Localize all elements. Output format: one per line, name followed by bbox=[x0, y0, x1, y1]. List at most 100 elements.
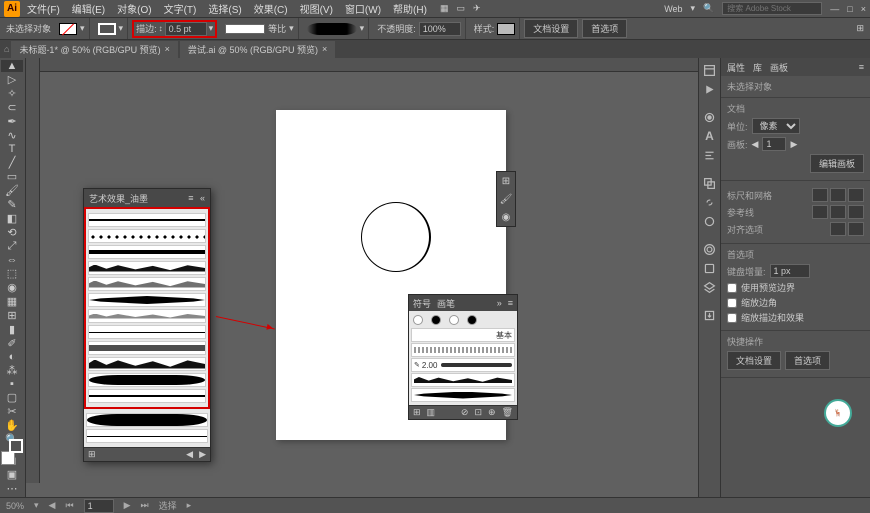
panel-close-icon[interactable]: « bbox=[200, 193, 205, 203]
panel-menu-icon[interactable]: ≡ bbox=[508, 298, 513, 308]
panel-menu-icon[interactable]: ≡ bbox=[188, 193, 193, 203]
panel-menu-icon[interactable]: ≡ bbox=[859, 62, 864, 72]
menu-object[interactable]: 对象(O) bbox=[112, 0, 156, 18]
fill-stroke-control[interactable] bbox=[1, 451, 23, 453]
brush-item[interactable] bbox=[88, 277, 206, 291]
var-width-profile[interactable] bbox=[225, 24, 265, 34]
eyedropper-tool[interactable]: ✐ bbox=[1, 337, 23, 350]
chevron-down-icon[interactable]: ▾ bbox=[80, 23, 85, 34]
asset-export-icon[interactable] bbox=[702, 307, 718, 323]
brush-item[interactable] bbox=[88, 229, 206, 243]
shape-builder-tool[interactable]: ◉ bbox=[1, 281, 23, 294]
layers-icon[interactable] bbox=[702, 279, 718, 295]
menu-view[interactable]: 视图(V) bbox=[295, 0, 338, 18]
window-min-icon[interactable]: — bbox=[830, 4, 839, 14]
doc-tab-2[interactable]: 尝试.ai @ 50% (RGB/GPU 预览) × bbox=[180, 41, 335, 58]
brush-item[interactable] bbox=[88, 309, 206, 323]
menu-select[interactable]: 选择(S) bbox=[203, 0, 246, 18]
align-panel-icon[interactable] bbox=[702, 147, 718, 163]
rectangle-tool[interactable]: ▭ bbox=[1, 170, 23, 183]
swatches-icon[interactable]: ⊞ bbox=[499, 174, 513, 188]
transparency-icon[interactable] bbox=[702, 213, 718, 229]
brush-item[interactable] bbox=[86, 413, 208, 427]
brush-item[interactable] bbox=[88, 293, 206, 307]
type-tool[interactable]: T bbox=[1, 143, 23, 155]
home-icon[interactable]: ⌂ bbox=[4, 44, 9, 54]
grid-toggle[interactable] bbox=[830, 188, 846, 202]
canvas-area[interactable]: 艺术效果_油墨 ≡ « bbox=[26, 58, 698, 497]
prev-lib-icon[interactable]: ◀ bbox=[186, 449, 193, 460]
remove-stroke-icon[interactable]: ⊘ bbox=[461, 407, 469, 418]
arrange-icon[interactable]: ▭ bbox=[456, 3, 465, 14]
shaper-tool[interactable]: ✎ bbox=[1, 198, 23, 211]
stroke-weight-input[interactable] bbox=[165, 22, 207, 36]
brush-item[interactable] bbox=[411, 343, 515, 357]
graph-tool[interactable]: ▪ bbox=[1, 378, 23, 390]
gpu-icon[interactable]: ✈ bbox=[473, 3, 481, 14]
delete-icon[interactable]: 🗑 bbox=[502, 407, 513, 418]
brush-item[interactable] bbox=[86, 429, 208, 443]
close-icon[interactable]: × bbox=[322, 44, 327, 54]
artboard-nav-last-icon[interactable]: ⏭ bbox=[141, 500, 149, 511]
edit-toolbar[interactable]: ⋯ bbox=[1, 482, 23, 495]
lib-nav-icon[interactable]: ⊞ bbox=[88, 449, 96, 460]
quick-prefs-button[interactable]: 首选项 bbox=[785, 351, 830, 370]
selection-tool[interactable]: ▲ bbox=[1, 60, 23, 72]
options-icon[interactable]: ⊡ bbox=[474, 407, 482, 418]
gradient-tool[interactable]: ▮ bbox=[1, 323, 23, 336]
brush-item[interactable] bbox=[88, 261, 206, 275]
smart-guide-toggle[interactable] bbox=[848, 205, 864, 219]
circle-path[interactable] bbox=[361, 202, 431, 272]
menu-window[interactable]: 窗口(W) bbox=[340, 0, 386, 18]
links-icon[interactable] bbox=[702, 194, 718, 210]
units-select[interactable]: 像素 bbox=[752, 118, 800, 134]
magic-wand-tool[interactable]: ✧ bbox=[1, 87, 23, 100]
curvature-tool[interactable]: ∿ bbox=[1, 129, 23, 142]
brush-item[interactable] bbox=[411, 388, 515, 402]
brush-tool[interactable]: 🖌 bbox=[1, 184, 23, 197]
brushes-icon[interactable]: 🖌 bbox=[499, 192, 513, 206]
color-icon[interactable] bbox=[702, 109, 718, 125]
brush-item[interactable] bbox=[88, 389, 206, 403]
artboard-num[interactable] bbox=[762, 137, 786, 151]
window-max-icon[interactable]: □ bbox=[847, 4, 852, 14]
width-tool[interactable]: ⇔ bbox=[1, 254, 23, 266]
menu-file[interactable]: 文件(F) bbox=[22, 0, 65, 18]
key-increment-input[interactable] bbox=[770, 264, 810, 278]
fill-swatch[interactable] bbox=[59, 23, 77, 35]
preview-bounds-check[interactable]: 使用预览边界 bbox=[727, 281, 864, 294]
direct-select-tool[interactable]: ▷ bbox=[1, 73, 23, 86]
status-arrow-icon[interactable]: ▸ bbox=[187, 500, 192, 511]
chevron-down-icon[interactable]: ▾ bbox=[209, 23, 214, 34]
quick-docsetup-button[interactable]: 文档设置 bbox=[727, 351, 781, 370]
brush-basic[interactable]: 基本 bbox=[411, 328, 515, 342]
calligraphic-brush[interactable] bbox=[449, 315, 459, 325]
symbol-sprayer-tool[interactable]: ⁂ bbox=[1, 364, 23, 377]
brush-item[interactable] bbox=[88, 245, 206, 259]
eraser-tool[interactable]: ◧ bbox=[1, 212, 23, 225]
fill-color[interactable] bbox=[1, 451, 15, 465]
scale-tool[interactable]: ⤢ bbox=[1, 240, 23, 253]
zoom-level[interactable]: 50% bbox=[6, 501, 24, 511]
guide-vis-toggle[interactable] bbox=[812, 205, 828, 219]
properties-icon[interactable] bbox=[702, 62, 718, 78]
artboard-nav-prev-icon[interactable]: ◀ bbox=[49, 500, 56, 511]
symbols-icon[interactable]: ◉ bbox=[499, 210, 513, 224]
blend-tool[interactable]: ◐ bbox=[1, 351, 23, 363]
brush-item[interactable] bbox=[88, 325, 206, 339]
stroke-swatch[interactable] bbox=[98, 23, 116, 35]
scale-corners-check[interactable]: 缩放边角 bbox=[727, 296, 864, 309]
ruler-toggle[interactable] bbox=[812, 188, 828, 202]
panel-tab-symbols[interactable]: 符号 bbox=[413, 297, 431, 310]
brush-item[interactable] bbox=[88, 373, 206, 387]
slice-tool[interactable]: ✂ bbox=[1, 405, 23, 418]
brush-item[interactable] bbox=[88, 213, 206, 227]
scale-strokes-check[interactable]: 缩放描边和效果 bbox=[727, 311, 864, 324]
next-artboard-icon[interactable]: ▶ bbox=[790, 139, 797, 150]
menu-effect[interactable]: 效果(C) bbox=[249, 0, 293, 18]
brush-item[interactable] bbox=[88, 341, 206, 355]
line-tool[interactable]: ╱ bbox=[1, 156, 23, 169]
brush-item[interactable] bbox=[411, 373, 515, 387]
panel-tab-brushes[interactable]: 画笔 bbox=[437, 297, 455, 310]
calligraphic-brush[interactable] bbox=[467, 315, 477, 325]
